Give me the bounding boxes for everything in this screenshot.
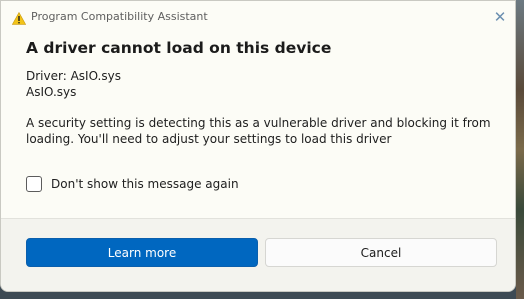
driver-label: Driver: AsIO.sys	[26, 69, 121, 83]
dialog-message: A security setting is detecting this as …	[26, 116, 491, 146]
dont-show-again-label[interactable]: Don't show this message again	[51, 177, 239, 191]
learn-more-button[interactable]: Learn more	[26, 238, 258, 267]
dont-show-again-checkbox[interactable]	[26, 176, 42, 192]
close-icon[interactable]: ✕	[489, 7, 511, 27]
cancel-button[interactable]: Cancel	[265, 238, 497, 267]
dialog-heading: A driver cannot load on this device	[26, 39, 332, 57]
window-title: Program Compatibility Assistant	[31, 10, 208, 23]
dialog-footer: Learn more Cancel	[1, 218, 515, 291]
title-bar[interactable]: Program Compatibility Assistant ✕	[1, 1, 515, 33]
compatibility-dialog: Program Compatibility Assistant ✕ A driv…	[0, 0, 516, 292]
driver-file: AsIO.sys	[26, 85, 77, 99]
warning-icon	[11, 10, 27, 25]
desktop-background	[516, 0, 524, 299]
